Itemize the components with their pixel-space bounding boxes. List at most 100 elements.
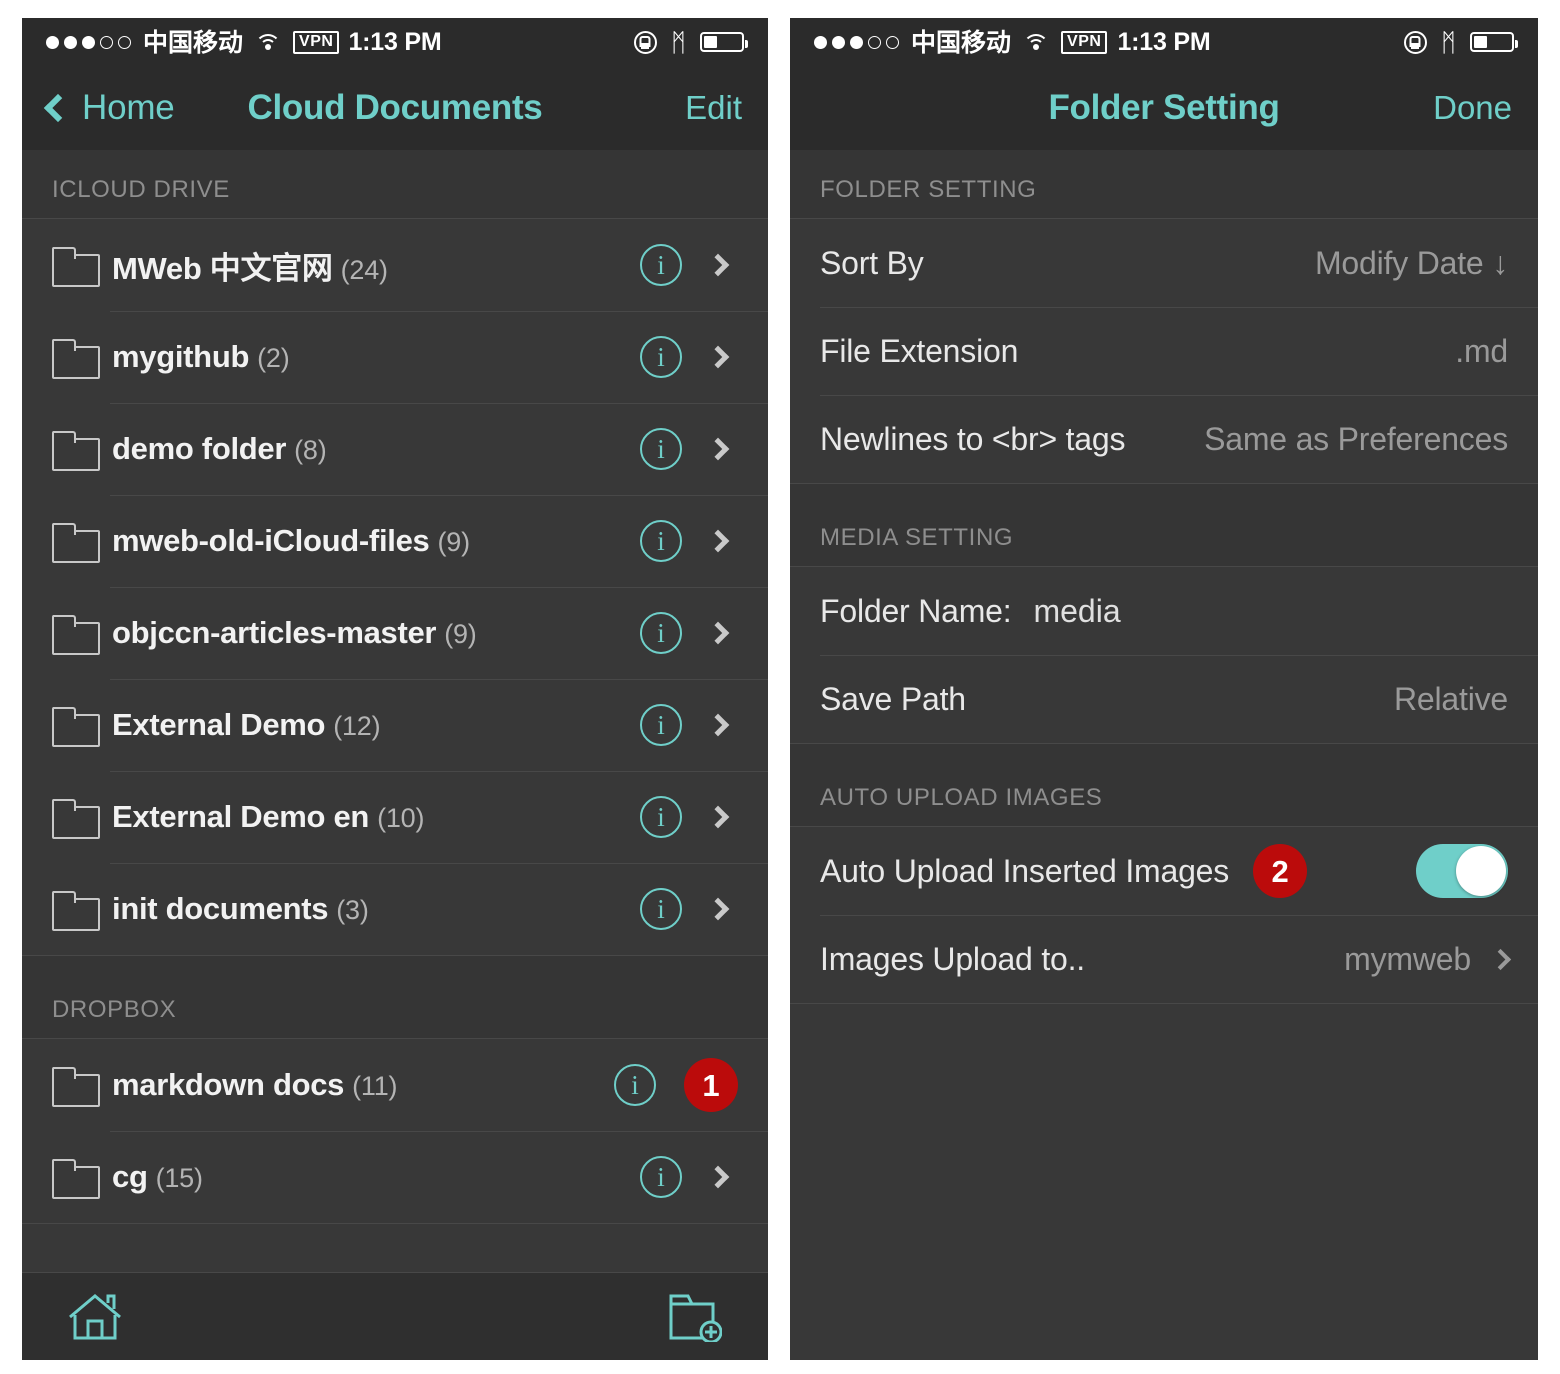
folder-title: markdown docs (112, 1067, 344, 1102)
chevron-right-icon (707, 898, 730, 921)
row-accessories: i1 (614, 1058, 738, 1112)
folder-icon (52, 431, 96, 467)
folder-title: init documents (112, 891, 328, 926)
folder-icon (52, 799, 96, 835)
folder-row[interactable]: objccn-articles-master(9)i (22, 587, 768, 679)
wifi-icon-2 (1023, 32, 1049, 52)
settings-row-label: File Extension (820, 333, 1018, 370)
done-button[interactable]: Done (1433, 89, 1512, 127)
folder-name-label: cg(15) (112, 1159, 203, 1195)
folder-title: demo folder (112, 431, 286, 466)
row-accessories: i (640, 520, 738, 562)
folder-title: mygithub (112, 339, 249, 374)
settings-row[interactable]: File Extension .md (790, 307, 1538, 395)
folder-item-count: (8) (294, 435, 326, 465)
row-accessories: i (640, 1156, 738, 1198)
rotation-lock-icon (634, 31, 657, 54)
vpn-badge-2: VPN (1061, 31, 1107, 54)
info-icon[interactable]: i (640, 888, 682, 930)
right-nav-bar: Folder Setting Done (790, 66, 1538, 150)
chevron-left-icon (44, 94, 72, 122)
folder-row[interactable]: cg(15) i (22, 1131, 768, 1223)
folder-item-count: (24) (341, 255, 388, 285)
folder-icon (52, 891, 96, 927)
settings-row-value: .md (1455, 333, 1508, 370)
info-icon[interactable]: i (640, 704, 682, 746)
signal-strength-dots (46, 36, 131, 49)
status-bar-left: 中国移动 VPN 1:13 PM ᛗ (22, 18, 768, 66)
settings-row[interactable]: Auto Upload Inserted Images2 (790, 827, 1538, 915)
settings-row-label: Newlines to <br> tags (820, 421, 1125, 458)
folder-name-label: MWeb 中文官网(24) (112, 243, 388, 288)
chevron-right-icon (707, 254, 730, 277)
section-header: DROPBOX (22, 956, 768, 1039)
carrier-label-2: 中国移动 (911, 30, 1011, 55)
settings-row-label: Folder Name: (820, 593, 1011, 630)
row-accessories: i (640, 612, 738, 654)
status-bar-right: 中国移动 VPN 1:13 PM ᛗ (790, 18, 1538, 66)
folder-icon (52, 247, 96, 283)
settings-row[interactable]: Images Upload to..mymweb (790, 915, 1538, 1003)
home-icon[interactable] (68, 1293, 122, 1341)
cloud-documents-screen: 中国移动 VPN 1:13 PM ᛗ Home Cloud Documents … (22, 18, 768, 1360)
folder-row[interactable]: mweb-old-iCloud-files(9) i (22, 495, 768, 587)
info-icon[interactable]: i (640, 428, 682, 470)
folder-row[interactable]: init documents(3)i (22, 863, 768, 955)
info-icon[interactable]: i (640, 336, 682, 378)
row-accessories: i (640, 796, 738, 838)
folder-row[interactable]: demo folder (8) i (22, 403, 768, 495)
settings-row[interactable]: Save PathRelative (790, 655, 1538, 743)
battery-icon (700, 32, 744, 52)
folder-title: cg (112, 1159, 148, 1194)
folder-title: External Demo en (112, 799, 369, 834)
wifi-icon (255, 32, 281, 52)
settings-row-value: Same as Preferences (1204, 421, 1508, 458)
folder-item-count: (9) (444, 619, 476, 649)
row-accessories: i (640, 888, 738, 930)
settings-row-value: Relative (1394, 681, 1508, 718)
info-icon[interactable]: i (640, 612, 682, 654)
folder-row[interactable]: External Demo(12)i (22, 679, 768, 771)
annotation-badge: 1 (684, 1058, 738, 1112)
folder-name-label: markdown docs (11) (112, 1067, 397, 1103)
folder-name-label: mygithub (2) (112, 339, 290, 375)
edit-button[interactable]: Edit (685, 89, 742, 127)
folder-icon (52, 523, 96, 559)
settings-row[interactable]: Folder Name: media (790, 567, 1538, 655)
settings-section-header: AUTO UPLOAD IMAGES (790, 744, 1538, 827)
vpn-badge: VPN (293, 31, 339, 54)
left-nav-bar: Home Cloud Documents Edit (22, 66, 768, 150)
settings-row[interactable]: Newlines to <br> tags Same as Preferences (790, 395, 1538, 483)
folder-row[interactable]: MWeb 中文官网(24) i (22, 219, 768, 311)
info-icon[interactable]: i (640, 796, 682, 838)
settings-section: Folder Name: media Save PathRelative (790, 567, 1538, 744)
back-button[interactable]: Home (48, 88, 175, 128)
folder-row[interactable]: markdown docs (11) i1 (22, 1039, 768, 1131)
info-icon[interactable]: i (614, 1064, 656, 1106)
battery-icon-2 (1470, 32, 1514, 52)
info-icon[interactable]: i (640, 244, 682, 286)
auto-upload-toggle[interactable] (1416, 844, 1508, 898)
folder-item-count: (11) (352, 1071, 397, 1101)
info-icon[interactable]: i (640, 520, 682, 562)
folder-row[interactable]: External Demo en(10)i (22, 771, 768, 863)
folder-title: External Demo (112, 707, 325, 742)
folder-name-label: mweb-old-iCloud-files(9) (112, 523, 470, 559)
new-folder-icon[interactable] (668, 1292, 722, 1342)
info-icon[interactable]: i (640, 1156, 682, 1198)
folder-setting-screen: 中国移动 VPN 1:13 PM ᛗ Folder Setting Done F… (790, 18, 1538, 1360)
settings-row-inline-value: media (1033, 593, 1120, 630)
toggle-knob (1456, 846, 1506, 896)
bluetooth-icon-2: ᛗ (1441, 30, 1456, 55)
folder-row[interactable]: mygithub (2) i (22, 311, 768, 403)
folder-item-count: (2) (257, 343, 289, 373)
chevron-right-icon (707, 438, 730, 461)
folder-icon (52, 1067, 96, 1103)
settings-section: Sort ByModify Date ↓ File Extension .md New… (790, 219, 1538, 484)
settings-section-header: FOLDER SETTING (790, 150, 1538, 219)
folder-list[interactable]: ICLOUD DRIVEMWeb 中文官网(24)imygithub(2)ide… (22, 150, 768, 1272)
folder-icon (52, 1159, 96, 1195)
settings-row[interactable]: Sort ByModify Date ↓ (790, 219, 1538, 307)
folder-item-count: (9) (437, 527, 469, 557)
settings-list[interactable]: FOLDER SETTINGSort ByModify Date ↓File E… (790, 150, 1538, 1360)
